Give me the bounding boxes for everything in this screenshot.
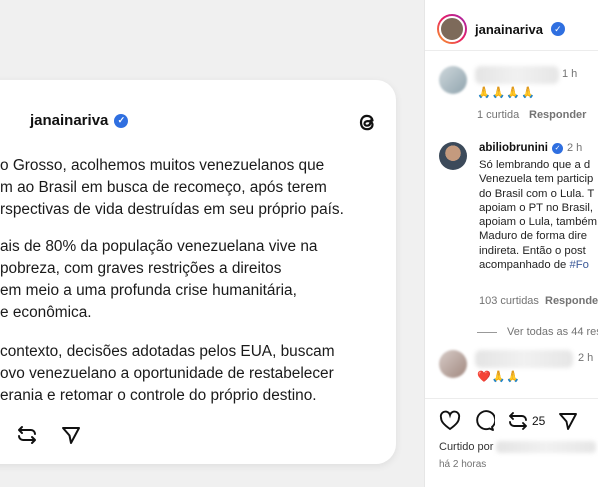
verified-badge-icon: ✓ [552, 142, 563, 154]
comment-emojis: ❤️🙏🙏 [477, 371, 522, 383]
comment-likes[interactable]: 103 curtidas [479, 295, 539, 307]
post-paragraph-1: o Grosso, acolhemos muitos venezuelanos … [0, 155, 344, 221]
post-text-line: erania e retomar o controle do próprio d… [0, 387, 317, 404]
liked-by-text[interactable]: Curtido por [439, 441, 597, 454]
post-text-line: rspectivas de vida destruídas em seu pró… [0, 201, 344, 218]
post-text-line: o Grosso, acolhemos muitos venezuelanos … [0, 157, 325, 174]
comment-line: do Brasil com o Lula. T [479, 187, 595, 200]
comment-line: Maduro de forma dire [479, 230, 587, 243]
view-all-replies-link[interactable]: Ver todas as 44 res [477, 326, 598, 338]
post-text-line: ais de 80% da população venezuelana vive… [0, 238, 318, 255]
threads-author-name[interactable]: janainariva [30, 112, 108, 129]
threads-logo-icon[interactable] [354, 109, 380, 135]
comment-line: acompanhado de #Fo [479, 258, 597, 272]
comment-emojis: 🙏🙏🙏🙏 [477, 87, 536, 99]
post-action-bar: 25 [439, 410, 579, 432]
post-text-line: ovo venezuelano a oportunidade de restab… [0, 365, 334, 382]
hashtag-link[interactable]: #Fo [569, 259, 588, 271]
post-text-line: em meio a uma profunda crise humanitária… [0, 282, 297, 299]
blurred-comment [475, 66, 559, 84]
verified-badge-icon: ✓ [550, 22, 565, 36]
comment-likes[interactable]: 1 curtida [477, 109, 519, 121]
verified-badge-icon: ✓ [114, 113, 129, 128]
blurred-username [496, 441, 597, 454]
comment-icon[interactable] [473, 410, 495, 432]
comment-line: Venezuela tem particip [479, 173, 594, 186]
post-text-line: m ao Brasil em busca de recomeço, após t… [0, 179, 327, 196]
reply-button[interactable]: Responder [545, 295, 598, 307]
post-text-line: e econômica. [0, 304, 92, 321]
commenter-avatar[interactable] [439, 142, 467, 170]
comments-panel: janainariva ✓ 1 h 🙏🙏🙏🙏 1 curtida Respond… [424, 0, 598, 487]
comment-time: 2 h [578, 352, 594, 364]
comment-line-text: acompanhado de [479, 259, 570, 272]
comment-line: indireta. Então o post [479, 244, 586, 257]
share-send-icon[interactable] [60, 424, 82, 446]
repost-icon[interactable] [507, 410, 529, 432]
comment-line: apoiam o Lula, também [479, 216, 598, 229]
post-paragraph-3: contexto, decisões adotadas pelos EUA, b… [0, 341, 335, 407]
divider [425, 398, 598, 399]
commenter-avatar[interactable] [439, 66, 467, 94]
comment-line: apoiam o PT no Brasil, [479, 201, 594, 214]
post-paragraph-2: ais de 80% da população venezuelana vive… [0, 236, 317, 324]
liked-by-label: Curtido por [439, 441, 494, 453]
threads-post-author[interactable]: janainariva ✓ [30, 112, 129, 129]
commenter-avatar[interactable] [439, 350, 467, 378]
post-text-line: pobreza, com graves restrições a direito… [0, 260, 282, 277]
reply-button[interactable]: Responder [529, 109, 586, 121]
threads-action-bar [16, 424, 82, 446]
comment-time: 2 h [567, 142, 583, 154]
commenter-name[interactable]: abiliobrunini [479, 142, 548, 154]
repost-icon[interactable] [16, 424, 38, 446]
post-text-line: contexto, decisões adotadas pelos EUA, b… [0, 343, 335, 360]
comment-header: abiliobrunini ✓ 2 h [479, 142, 582, 154]
share-send-icon[interactable] [557, 410, 579, 432]
divider [425, 50, 598, 51]
avatar[interactable] [437, 14, 467, 44]
repost-counter[interactable]: 25 [507, 410, 545, 432]
threads-embed-panel: janainariva ✓ o Grosso, acolhemos muitos… [0, 0, 424, 487]
post-header[interactable]: janainariva ✓ [437, 14, 565, 44]
comment-time: 1 h [562, 68, 578, 80]
heart-icon[interactable] [439, 410, 461, 432]
post-timestamp: há 2 horas [439, 459, 487, 470]
comment-line: Só lembrando que a d [479, 159, 591, 171]
comment-body: Só lembrando que a d Venezuela tem parti… [479, 158, 597, 272]
blurred-comment [475, 350, 573, 368]
repost-count: 25 [532, 414, 546, 428]
post-author-name[interactable]: janainariva [475, 22, 543, 37]
